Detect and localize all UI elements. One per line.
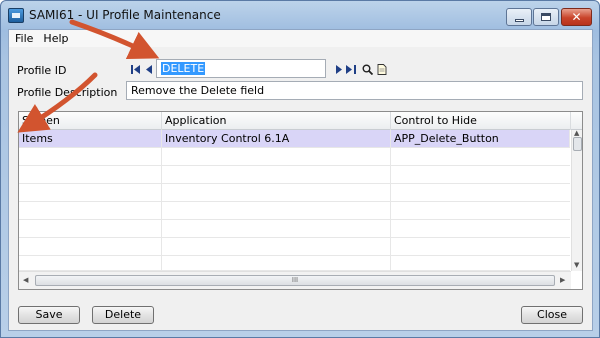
grid-header: Screen Application Control to Hide — [19, 112, 582, 130]
table-row[interactable]: Items Inventory Control 6.1A APP_Delete_… — [19, 130, 570, 148]
vertical-scrollbar[interactable]: ▲ ▼ — [571, 129, 582, 271]
scroll-left-icon[interactable]: ◀ — [23, 276, 28, 284]
horizontal-scrollbar[interactable]: ◀ III ▶ — [19, 271, 571, 289]
horizontal-scroll-thumb[interactable]: III — [35, 275, 555, 286]
delete-button[interactable]: Delete — [92, 306, 154, 324]
scroll-right-icon[interactable]: ▶ — [560, 276, 565, 284]
table-row[interactable] — [19, 256, 570, 271]
table-row[interactable] — [19, 238, 570, 256]
menu-help[interactable]: Help — [43, 32, 68, 45]
next-record-icon[interactable] — [332, 63, 344, 75]
close-window-button[interactable]: ✕ — [561, 8, 592, 26]
app-icon — [8, 8, 24, 23]
first-record-icon[interactable] — [130, 63, 142, 75]
scroll-up-icon[interactable]: ▲ — [574, 129, 579, 137]
last-record-icon[interactable] — [345, 63, 357, 75]
table-row[interactable] — [19, 202, 570, 220]
column-header-control-to-hide[interactable]: Control to Hide — [391, 112, 571, 130]
vertical-scroll-thumb[interactable] — [573, 137, 582, 151]
close-icon: ✕ — [571, 10, 582, 24]
title-bar[interactable]: SAMI61 - UI Profile Maintenance ✕ — [1, 1, 599, 29]
menu-bar: File Help — [9, 30, 592, 47]
maximize-icon — [541, 13, 551, 21]
memo-icon[interactable] — [376, 63, 388, 75]
minimize-button[interactable] — [506, 8, 532, 26]
application-window: SAMI61 - UI Profile Maintenance ✕ File H… — [0, 0, 600, 338]
client-area: File Help Profile ID Profile Description… — [8, 29, 593, 331]
previous-record-icon[interactable] — [143, 63, 155, 75]
minimize-icon — [514, 18, 524, 22]
cell-control-to-hide: APP_Delete_Button — [391, 130, 570, 148]
cell-screen: Items — [19, 130, 162, 148]
column-header-application[interactable]: Application — [162, 112, 391, 130]
lookup-icon[interactable] — [361, 63, 373, 75]
table-row[interactable] — [19, 166, 570, 184]
window-title: SAMI61 - UI Profile Maintenance — [29, 8, 221, 22]
maximize-button[interactable] — [533, 8, 559, 26]
profile-description-field[interactable]: Remove the Delete field — [126, 81, 583, 100]
save-button[interactable]: Save — [18, 306, 80, 324]
profile-description-label: Profile Description — [17, 86, 118, 99]
cell-application: Inventory Control 6.1A — [162, 130, 391, 148]
hide-controls-grid: Screen Application Control to Hide Items… — [18, 111, 583, 290]
scroll-down-icon[interactable]: ▼ — [574, 261, 579, 269]
column-header-screen[interactable]: Screen — [19, 112, 162, 130]
table-row[interactable] — [19, 220, 570, 238]
table-row[interactable] — [19, 184, 570, 202]
profile-id-value: DELETE — [161, 62, 206, 75]
close-button[interactable]: Close — [521, 306, 583, 324]
profile-id-label: Profile ID — [17, 64, 67, 77]
menu-file[interactable]: File — [15, 32, 33, 45]
table-row[interactable] — [19, 148, 570, 166]
profile-id-input[interactable]: DELETE — [156, 59, 326, 78]
